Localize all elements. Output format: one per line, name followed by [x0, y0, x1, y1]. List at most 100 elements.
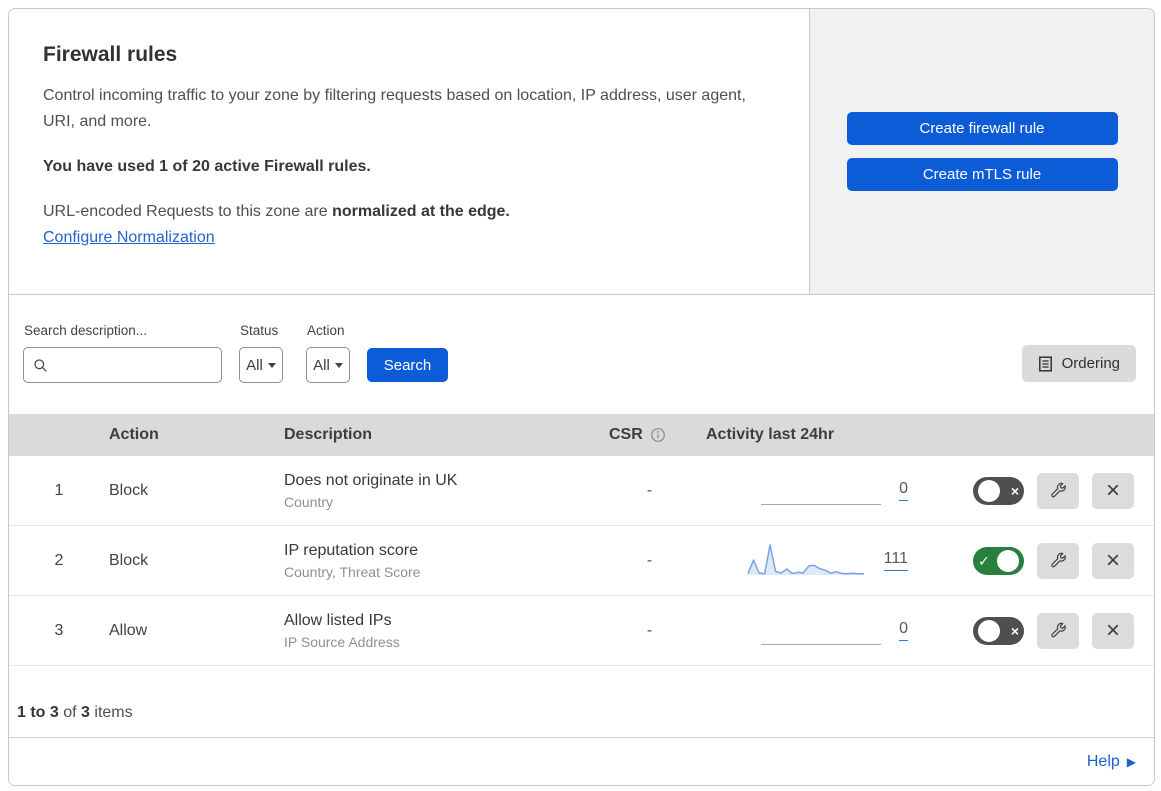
rule-description: Allow listed IPs — [284, 611, 392, 629]
rule-enabled-toggle[interactable]: ✓ — [973, 546, 1024, 575]
table-row: 2 Block IP reputation score Country, Thr… — [9, 526, 1154, 596]
rule-description-cell: Allow listed IPs IP Source Address — [284, 612, 601, 650]
rule-description-cell: Does not originate in UK Country — [284, 472, 601, 510]
page-title: Firewall rules — [43, 43, 178, 66]
rule-action: Allow — [109, 621, 148, 639]
col-action-header: Action — [109, 426, 159, 443]
configure-normalization-link[interactable]: Configure Normalization — [43, 229, 215, 246]
col-description-header: Description — [284, 426, 373, 443]
search-icon — [33, 358, 48, 373]
toggle-knob — [978, 619, 1000, 642]
activity-sparkline — [746, 541, 866, 581]
toggle-state-icon: × — [1010, 622, 1019, 639]
activity-count-link[interactable]: 111 — [883, 550, 908, 571]
edit-rule-button[interactable] — [1037, 612, 1079, 649]
wrench-icon — [1049, 481, 1068, 500]
toggle-knob — [978, 479, 1000, 502]
page-description: Control incoming traffic to your zone by… — [43, 87, 746, 130]
normalization-note-text: URL-encoded Requests to this zone are — [43, 203, 333, 221]
pagination-summary: 1 to 3 of 3 items — [9, 666, 1154, 738]
info-icon[interactable] — [650, 427, 666, 443]
rule-csr-value: - — [646, 551, 653, 569]
help-link[interactable]: Help ▶ — [1087, 753, 1136, 771]
chevron-down-icon — [334, 362, 343, 368]
firewall-rules-card: Firewall rules Control incoming traffic … — [8, 8, 1155, 786]
rule-activity-cell: 0 — [698, 471, 918, 511]
normalization-note-bold: normalized at the edge. — [332, 203, 510, 221]
activity-count-link[interactable]: 0 — [899, 480, 908, 501]
status-label: Status — [240, 323, 279, 338]
col-activity-header: Activity last 24hr — [706, 426, 835, 443]
wrench-icon — [1049, 551, 1068, 570]
rule-criteria: IP Source Address — [284, 633, 400, 650]
wrench-icon — [1049, 621, 1068, 640]
status-select[interactable]: All — [239, 347, 283, 383]
delete-rule-button[interactable]: × — [1092, 472, 1134, 509]
rule-criteria: Country — [284, 493, 334, 510]
search-group: Search description... — [23, 323, 222, 383]
search-label: Search description... — [24, 323, 148, 338]
search-button[interactable]: Search — [367, 348, 448, 382]
rule-description: IP reputation score — [284, 541, 419, 559]
close-icon: × — [1105, 616, 1120, 644]
help-link-label: Help — [1086, 752, 1120, 770]
table-header-row: Action Description CSR Activity last 24h… — [9, 414, 1154, 456]
edit-rule-button[interactable] — [1037, 542, 1079, 579]
page-header-text: Firewall rules Control incoming traffic … — [9, 9, 810, 294]
toggle-state-icon: ✓ — [978, 552, 990, 569]
delete-rule-button[interactable]: × — [1092, 542, 1134, 579]
pagination-items: items — [89, 704, 133, 721]
filters-bar: Search description... Status All Action … — [9, 294, 1154, 414]
status-select-value: All — [246, 356, 263, 374]
rule-csr-value: - — [646, 481, 653, 499]
ordering-button-label: Ordering — [1061, 355, 1120, 372]
usage-summary: You have used 1 of 20 active Firewall ru… — [43, 158, 371, 176]
toggle-knob — [997, 549, 1019, 572]
help-strip: Help ▶ — [9, 738, 1154, 785]
search-box[interactable] — [23, 347, 222, 383]
col-csr-label: CSR — [609, 426, 643, 443]
action-select[interactable]: All — [306, 347, 350, 383]
table-row: 3 Allow Allow listed IPs IP Source Addre… — [9, 596, 1154, 666]
pagination-range: 1 to 3 — [17, 704, 59, 721]
activity-sparkline — [761, 471, 882, 511]
rule-priority: 1 — [54, 481, 64, 499]
rule-enabled-toggle[interactable]: × — [973, 616, 1024, 645]
rule-controls: ✓ × — [918, 542, 1154, 579]
rule-description: Does not originate in UK — [284, 471, 458, 489]
rule-description-cell: IP reputation score Country, Threat Scor… — [284, 542, 601, 580]
search-input[interactable] — [55, 355, 212, 375]
activity-count-link[interactable]: 0 — [899, 620, 908, 641]
table-row: 1 Block Does not originate in UK Country… — [9, 456, 1154, 526]
chevron-right-icon: ▶ — [1126, 754, 1136, 769]
action-select-value: All — [313, 356, 330, 374]
col-csr-header: CSR — [601, 426, 698, 444]
page-header-section: Firewall rules Control incoming traffic … — [9, 9, 1154, 294]
activity-sparkline — [761, 611, 882, 651]
rule-controls: × × — [918, 612, 1154, 649]
chevron-down-icon — [267, 362, 276, 368]
rule-priority: 3 — [54, 621, 64, 639]
action-filter-group: Action All — [306, 323, 350, 383]
ordering-button[interactable]: Ordering — [1021, 345, 1136, 382]
close-icon: × — [1105, 546, 1120, 574]
create-mtls-rule-button[interactable]: Create mTLS rule — [846, 158, 1118, 191]
toggle-state-icon: × — [1010, 482, 1019, 499]
pagination-total: 3 — [81, 704, 90, 721]
create-firewall-rule-button[interactable]: Create firewall rule — [846, 112, 1118, 145]
rule-activity-cell: 0 — [698, 611, 918, 651]
rule-csr-value: - — [646, 621, 653, 639]
delete-rule-button[interactable]: × — [1092, 612, 1134, 649]
ordering-list-icon — [1038, 355, 1053, 372]
rule-activity-cell: 111 — [698, 541, 918, 581]
close-icon: × — [1105, 476, 1120, 504]
normalization-note: URL-encoded Requests to this zone are no… — [43, 203, 775, 221]
rule-enabled-toggle[interactable]: × — [973, 476, 1024, 505]
actions-panel: Create firewall rule Create mTLS rule — [810, 9, 1154, 294]
rule-action: Block — [109, 481, 149, 499]
pagination-of: of — [58, 704, 82, 721]
edit-rule-button[interactable] — [1037, 472, 1079, 509]
rule-criteria: Country, Threat Score — [284, 563, 421, 580]
rule-controls: × × — [918, 472, 1154, 509]
status-filter-group: Status All — [239, 323, 283, 383]
